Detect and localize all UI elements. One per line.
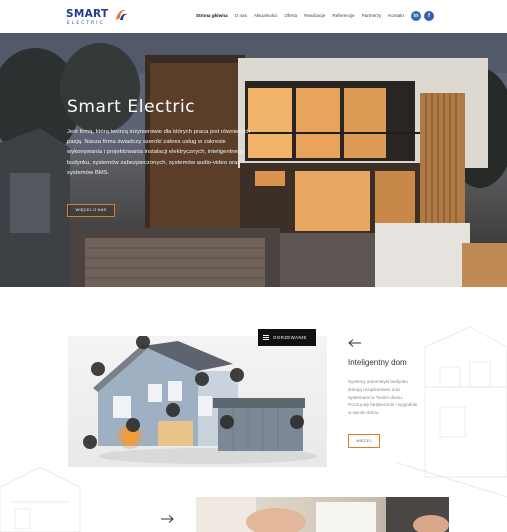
nav-partners[interactable]: Partnerzy bbox=[362, 13, 382, 19]
category-badge-label: OGRZEWANIE bbox=[273, 335, 307, 340]
hero-more-button[interactable]: WIĘCEJ O NAS bbox=[67, 204, 115, 217]
smart-house-illustration bbox=[68, 336, 327, 467]
feature-title: Inteligentny dom bbox=[348, 358, 407, 367]
nav-home[interactable]: Strona główna bbox=[196, 13, 228, 19]
menu-icon bbox=[263, 335, 269, 340]
nav-references[interactable]: Referencje bbox=[332, 13, 354, 19]
category-badge[interactable]: OGRZEWANIE bbox=[258, 329, 316, 346]
sensor-point bbox=[126, 418, 140, 432]
hero-title: Smart Electric bbox=[67, 97, 196, 117]
nav-projects[interactable]: Realizacje bbox=[304, 13, 325, 19]
sensor-point bbox=[136, 336, 150, 349]
sensor-point bbox=[195, 372, 209, 386]
logo-wordmark: SMART bbox=[66, 8, 109, 20]
sensor-point bbox=[83, 435, 97, 449]
logo-subtitle: ELECTRIC bbox=[67, 20, 105, 25]
facebook-icon[interactable]: f bbox=[424, 11, 434, 21]
bottom-photo-image bbox=[196, 497, 449, 532]
nav-news[interactable]: Aktualności bbox=[254, 13, 278, 19]
arrow-left-icon[interactable] bbox=[348, 339, 362, 347]
sensor-point bbox=[166, 403, 180, 417]
sensor-points bbox=[83, 336, 304, 449]
nav-offer[interactable]: Oferta bbox=[284, 13, 297, 19]
logo-swoosh-icon bbox=[116, 9, 127, 20]
main-nav: Strona główna O nas Aktualności Oferta R… bbox=[196, 13, 411, 19]
workspace-image bbox=[196, 497, 449, 532]
logo[interactable]: SMART ELECTRIC bbox=[66, 8, 130, 26]
sensor-point bbox=[91, 362, 105, 376]
linkedin-icon[interactable]: in bbox=[411, 11, 421, 21]
hero-section: Smart Electric Jest firmą, którą tworzą … bbox=[0, 33, 507, 287]
arrow-right-icon[interactable] bbox=[160, 515, 174, 523]
feature-section: OGRZEWANIE Inteligentny dom Systemy auto… bbox=[0, 287, 507, 532]
nav-contact[interactable]: Kontakt bbox=[388, 13, 404, 19]
feature-description: Systemy automatyki budynku sterują urząd… bbox=[348, 379, 418, 416]
hero-description: Jest firmą, którą tworzą inżynierowie dl… bbox=[67, 129, 251, 176]
feature-more-button[interactable]: WIĘCEJ bbox=[348, 434, 380, 448]
sensor-point bbox=[230, 368, 244, 382]
nav-about[interactable]: O nas bbox=[235, 13, 247, 19]
sensor-point bbox=[290, 415, 304, 429]
site-header: SMART ELECTRIC Strona główna O nas Aktua… bbox=[0, 0, 507, 33]
sensor-point bbox=[220, 415, 234, 429]
